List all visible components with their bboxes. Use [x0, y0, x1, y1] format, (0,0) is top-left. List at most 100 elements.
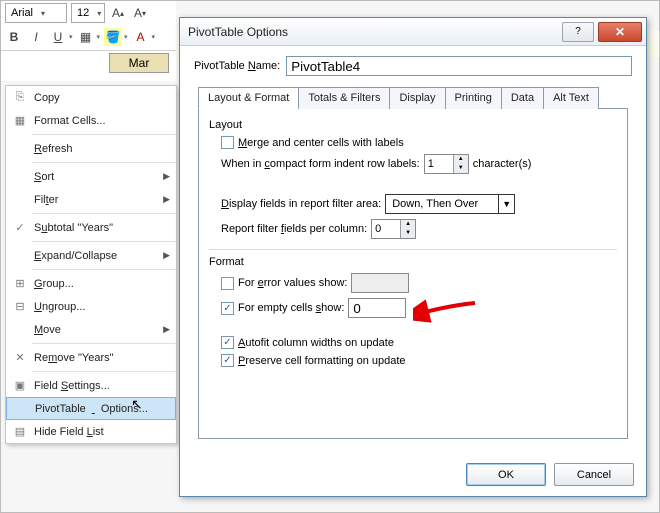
context-menu-item[interactable]: Move▶	[6, 318, 176, 341]
menu-item-icon: ⎘	[10, 90, 30, 106]
spin-up-icon[interactable]: ▲	[401, 220, 415, 229]
autofit-label: Autofit column widths on update	[238, 337, 394, 349]
context-menu: ⎘Copy▦Format Cells...RefreshSort▶Filter▶…	[5, 85, 177, 444]
context-menu-item[interactable]: Filter▶	[6, 188, 176, 211]
indent-spinner[interactable]: ▲▼	[424, 154, 469, 174]
merge-cells-label: Merge and center cells with labels	[238, 137, 404, 149]
menu-item-label: Group...	[34, 278, 172, 290]
menu-item-icon: ▣	[10, 378, 30, 394]
group-title-layout: Layout	[209, 119, 617, 131]
font-color-button[interactable]: A	[132, 28, 150, 46]
context-menu-item[interactable]: ✓Subtotal "Years"	[6, 216, 176, 239]
indent-label-pre: When in compact form indent row labels:	[221, 158, 420, 170]
menu-item-icon	[10, 322, 30, 338]
context-menu-item[interactable]: Sort▶	[6, 165, 176, 188]
ok-button[interactable]: OK	[466, 463, 546, 486]
tab[interactable]: Totals & Filters	[298, 87, 390, 109]
menu-item-label: Copy	[34, 92, 172, 104]
context-menu-item[interactable]: ▦Format Cells...	[6, 109, 176, 132]
spin-down-icon[interactable]: ▼	[401, 229, 415, 238]
help-button[interactable]: ?	[562, 22, 594, 42]
menu-item-label: Subtotal "Years"	[34, 222, 172, 234]
fields-per-col-spinner[interactable]: ▲▼	[371, 219, 416, 239]
error-values-checkbox[interactable]	[221, 277, 234, 290]
context-menu-item[interactable]: ⊞ Group...	[6, 272, 176, 295]
context-menu-item[interactable]: ▣Field Settings...	[6, 374, 176, 397]
tabstrip: Layout & FormatTotals & FiltersDisplayPr…	[198, 86, 628, 109]
bold-button[interactable]: B	[5, 28, 23, 46]
close-button[interactable]: ✕	[598, 22, 642, 42]
chevron-down-icon: ▾	[36, 9, 48, 18]
menu-item-icon	[10, 192, 30, 208]
spin-down-icon[interactable]: ▼	[454, 164, 468, 173]
chevron-down-icon: ▾	[92, 9, 104, 18]
group-title-format: Format	[209, 256, 617, 268]
borders-button[interactable]: ▦	[77, 28, 95, 46]
menu-item-icon	[11, 401, 31, 417]
context-menu-item[interactable]: PivotTable Options...	[6, 397, 176, 420]
context-menu-item[interactable]: ✕ Remove "Years"	[6, 346, 176, 369]
merge-cells-checkbox[interactable]	[221, 136, 234, 149]
context-menu-item[interactable]: ⊟ Ungroup...	[6, 295, 176, 318]
context-menu-item[interactable]: Refresh	[6, 137, 176, 160]
pivottable-name-label: PivotTable Name:	[194, 60, 280, 72]
menu-item-label: Move	[34, 324, 163, 336]
italic-button[interactable]: I	[27, 28, 45, 46]
chevron-down-icon: ▾	[124, 33, 128, 41]
fill-color-button[interactable]: 🪣	[104, 28, 122, 46]
filter-area-label: Display fields in report filter area:	[221, 198, 381, 210]
underline-button[interactable]: U	[49, 28, 67, 46]
column-header-cell[interactable]: Mar	[109, 53, 169, 73]
menu-item-label: Sort	[34, 171, 163, 183]
chevron-down-icon: ▾	[152, 33, 156, 41]
fields-per-col-label: Report filter fields per column:	[221, 223, 367, 235]
tab[interactable]: Alt Text	[543, 87, 599, 109]
context-menu-item[interactable]: ⎘ Copy	[6, 86, 176, 109]
menu-item-icon	[10, 169, 30, 185]
empty-cells-input[interactable]	[348, 298, 406, 318]
spin-up-icon[interactable]: ▲	[454, 155, 468, 164]
menu-item-icon: ⊞	[10, 276, 30, 292]
context-menu-item[interactable]: Expand/Collapse▶	[6, 244, 176, 267]
tab[interactable]: Layout & Format	[198, 87, 299, 109]
menu-item-label: PivotTable Options...	[35, 403, 171, 415]
context-menu-item[interactable]: ▤ Hide Field List	[6, 420, 176, 443]
submenu-arrow-icon: ▶	[163, 171, 170, 182]
menu-item-label: Remove "Years"	[34, 352, 172, 364]
dialog-titlebar: PivotTable Options ? ✕	[180, 18, 646, 46]
preserve-format-label: Preserve cell formatting on update	[238, 355, 406, 367]
tab[interactable]: Printing	[445, 87, 502, 109]
worksheet-grid-fragment: Mar	[1, 51, 176, 81]
font-name-combo[interactable]: Arial▾	[5, 3, 67, 23]
menu-item-label: Expand/Collapse	[34, 250, 163, 262]
tab[interactable]: Display	[389, 87, 445, 109]
indent-value[interactable]	[425, 155, 453, 173]
shrink-font-button[interactable]: A▾	[131, 4, 149, 22]
indent-label-post: character(s)	[473, 158, 532, 170]
fields-per-col-value[interactable]	[372, 220, 400, 238]
menu-item-icon	[10, 248, 30, 264]
submenu-arrow-icon: ▶	[163, 324, 170, 335]
menu-item-label: Filter	[34, 194, 163, 206]
cancel-button[interactable]: Cancel	[554, 463, 634, 486]
autofit-checkbox[interactable]: ✓	[221, 336, 234, 349]
tab[interactable]: Data	[501, 87, 544, 109]
pivottable-name-input[interactable]	[286, 56, 632, 76]
pivottable-options-dialog: PivotTable Options ? ✕ PivotTable Name: …	[179, 17, 647, 497]
preserve-format-checkbox[interactable]: ✓	[221, 354, 234, 367]
filter-area-select[interactable]: Down, Then Over ▼	[385, 194, 515, 214]
menu-item-icon: ⊟	[10, 299, 30, 315]
menu-item-icon: ▤	[10, 424, 30, 440]
chevron-down-icon: ▾	[69, 33, 73, 41]
menu-item-label: Ungroup...	[34, 301, 172, 313]
filter-area-value: Down, Then Over	[386, 198, 498, 210]
menu-item-icon: ✕	[10, 350, 30, 366]
grow-font-button[interactable]: A▴	[109, 4, 127, 22]
error-values-input	[351, 273, 409, 293]
empty-cells-label: For empty cells show:	[238, 302, 344, 314]
font-size-combo[interactable]: 12▾	[71, 3, 105, 23]
error-values-label: For error values show:	[238, 277, 347, 289]
empty-cells-checkbox[interactable]: ✓	[221, 302, 234, 315]
menu-item-label: Hide Field List	[34, 426, 172, 438]
menu-item-icon: ▦	[10, 113, 30, 129]
